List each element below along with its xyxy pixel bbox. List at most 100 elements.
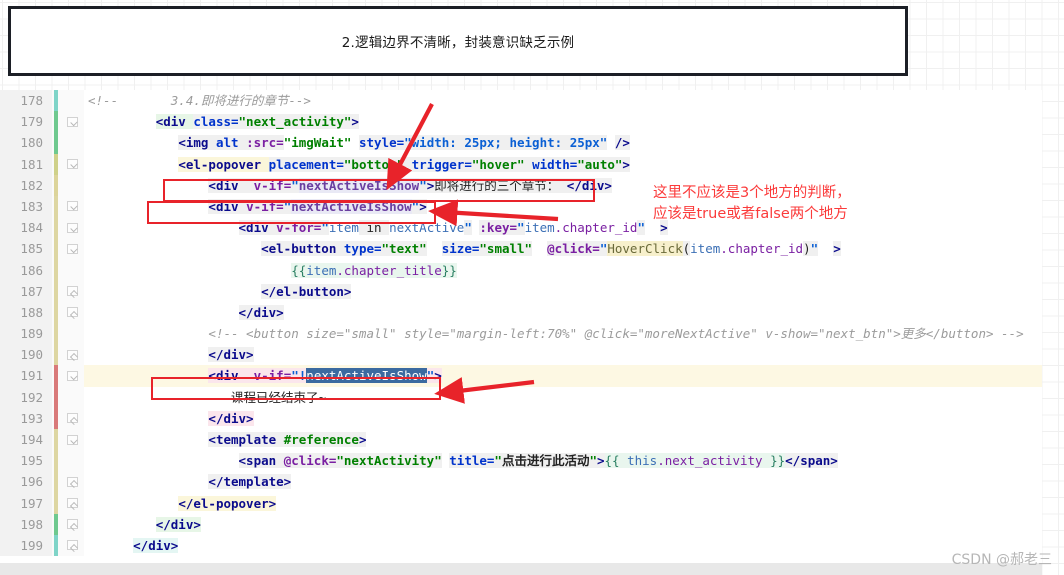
vcs-stripe [52,407,62,429]
fold-gutter[interactable] [62,238,84,260]
code-line-195[interactable]: 195 <span @click="nextActivity" title="点… [0,450,1042,472]
fold-gutter[interactable] [62,365,84,387]
code-text[interactable]: </el-popover> [84,492,1042,514]
code-line-193[interactable]: 193 </div> [0,407,1042,429]
code-text[interactable]: <div class="next_activity"> [84,111,1042,133]
code-text[interactable]: {{item.chapter_title}} [84,259,1042,281]
code-text[interactable]: <span @click="nextActivity" title="点击进行此… [84,450,1042,472]
code-line-185[interactable]: 185 <el-button type="text" size="small" … [0,238,1042,260]
code-line-188[interactable]: 188 </div> [0,301,1042,324]
code-text[interactable]: <el-popover placement="bottom" trigger="… [84,153,1042,175]
code-line-181[interactable]: 181 <el-popover placement="bottom" trigg… [0,153,1042,175]
vcs-stripe [52,174,62,196]
code-line-183[interactable]: 183 <div v-if="nextActiveIsShow"> [0,195,1042,218]
fold-gutter[interactable] [62,280,84,302]
code-text[interactable]: </div> [84,407,1042,429]
code-line-182[interactable]: 182 <div v-if="nextActiveIsShow">即将进行的三个… [0,174,1042,196]
code-line-192[interactable]: 192 课程已经结束了~ [0,386,1042,408]
chevron-up-icon[interactable] [67,476,78,487]
line-number: 181 [0,153,52,175]
chevron-down-icon[interactable] [67,434,78,445]
chevron-down-icon[interactable] [67,243,78,254]
code-text[interactable]: </el-button> [84,280,1042,302]
code-line-189[interactable]: 189 <!-- <button size="small" style="mar… [0,323,1042,345]
code-text[interactable]: <!-- 3.4.即将进行的章节--> [84,90,1042,112]
editor-bottom-strip [0,563,1042,575]
code-text[interactable]: <div v-if="nextActiveIsShow"> [84,195,1042,218]
vcs-stripe [52,492,62,514]
chevron-up-icon[interactable] [67,519,78,530]
fold-gutter[interactable] [62,407,84,429]
code-text[interactable]: </div> [84,344,1042,366]
code-line-180[interactable]: 180 <img alt :src="imgWait" style="width… [0,132,1042,154]
code-line-190[interactable]: 190 </div> [0,344,1042,366]
fold-gutter[interactable] [62,450,84,472]
chevron-up-icon[interactable] [67,498,78,509]
fold-gutter[interactable] [62,153,84,175]
chevron-up-icon[interactable] [67,286,78,297]
line-number: 183 [0,195,52,218]
vcs-stripe [52,344,62,366]
code-line-184[interactable]: 184 <div v-for="item in nextActive" :key… [0,217,1042,239]
vcs-stripe [52,238,62,260]
fold-gutter[interactable] [62,534,84,557]
code-text[interactable]: <div v-if="!nextActiveIsShow"> [84,365,1042,387]
chevron-down-icon[interactable] [67,222,78,233]
fold-gutter[interactable] [62,217,84,239]
code-text[interactable]: <el-button type="text" size="small" @cli… [84,238,1042,260]
chevron-down-icon[interactable] [67,116,78,127]
code-line-197[interactable]: 197 </el-popover> [0,492,1042,514]
fold-gutter[interactable] [62,429,84,451]
fold-gutter[interactable] [62,259,84,281]
editor-selection[interactable]: nextActiveIsShow [306,368,427,384]
code-text[interactable]: </div> [84,513,1042,535]
fold-gutter[interactable] [62,513,84,535]
fold-gutter[interactable] [62,90,84,112]
chevron-down-icon[interactable] [67,370,78,381]
code-text[interactable]: <!-- <button size="small" style="margin-… [84,323,1042,345]
fold-gutter[interactable] [62,492,84,514]
code-text[interactable]: <div v-for="item in nextActive" :key="it… [84,217,1042,239]
line-number: 180 [0,132,52,154]
fold-gutter[interactable] [62,344,84,366]
code-text[interactable]: <div v-if="nextActiveIsShow">即将进行的三个章节： … [84,174,1042,196]
chevron-up-icon[interactable] [67,413,78,424]
chevron-up-icon[interactable] [67,540,78,551]
vcs-stripe [52,323,62,345]
fold-gutter[interactable] [62,301,84,324]
code-line-179[interactable]: 179 <div class="next_activity"> [0,111,1042,133]
fold-gutter[interactable] [62,195,84,218]
chevron-up-icon[interactable] [67,349,78,360]
chevron-down-icon[interactable] [67,159,78,170]
fold-gutter[interactable] [62,386,84,408]
code-text[interactable]: <img alt :src="imgWait" style="width: 25… [84,132,1042,154]
chevron-up-icon[interactable] [67,307,78,318]
vcs-stripe [52,132,62,154]
line-number: 196 [0,471,52,493]
fold-gutter[interactable] [62,132,84,154]
fold-gutter[interactable] [62,323,84,345]
code-line-191[interactable]: 191 <div v-if="!nextActiveIsShow"> [0,365,1042,387]
code-line-178[interactable]: 178 <!-- 3.4.即将进行的章节--> [0,90,1042,112]
line-number: 179 [0,111,52,133]
code-text[interactable]: </template> [84,471,1042,493]
code-text[interactable]: </div> [84,534,1042,557]
code-line-194[interactable]: 194 <template #reference> [0,429,1042,451]
code-line-186[interactable]: 186 {{item.chapter_title}} [0,259,1042,281]
line-number: 198 [0,513,52,535]
vcs-stripe [52,217,62,239]
code-editor-panel[interactable]: 178 <!-- 3.4.即将进行的章节--> 179 <div class="… [0,90,1042,575]
code-text[interactable]: </div> [84,301,1042,324]
code-text[interactable]: <template #reference> [84,429,1042,451]
code-line-199[interactable]: 199 </div> [0,534,1042,557]
code-line-196[interactable]: 196 </template> [0,471,1042,493]
title-box: 2.逻辑边界不清晰，封装意识缺乏示例 [8,6,908,76]
chevron-down-icon[interactable] [67,201,78,212]
code-line-187[interactable]: 187 </el-button> [0,280,1042,302]
fold-gutter[interactable] [62,471,84,493]
code-text[interactable]: 课程已经结束了~ [84,386,1042,408]
fold-gutter[interactable] [62,111,84,133]
line-number: 189 [0,323,52,345]
code-line-198[interactable]: 198 </div> [0,513,1042,535]
fold-gutter[interactable] [62,174,84,196]
